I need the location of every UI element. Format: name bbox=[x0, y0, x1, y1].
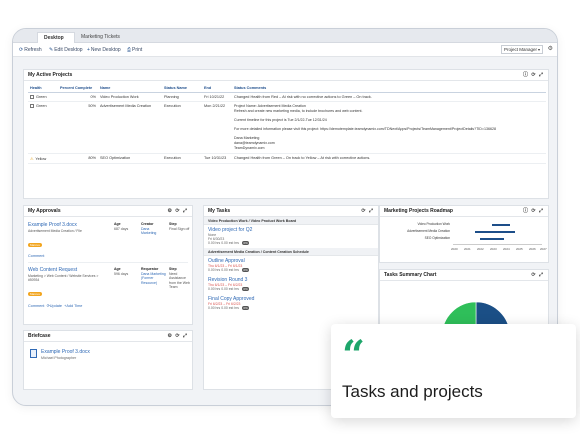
percent-badge: 0% bbox=[241, 287, 250, 291]
comment-link[interactable]: Comment bbox=[28, 304, 44, 308]
age-column: Age 687 days bbox=[114, 222, 129, 231]
table-row[interactable]: Green 0% Video Production Work Planning … bbox=[28, 92, 546, 102]
panel-icons[interactable]: ⓘ ⟳ ⤢ bbox=[523, 70, 544, 81]
column-header[interactable]: Status Name bbox=[162, 84, 202, 93]
panel-icons[interactable]: ⟳ ⤢ bbox=[361, 206, 374, 217]
update-link[interactable]: Update bbox=[50, 304, 62, 308]
divider bbox=[28, 262, 188, 263]
projects-table: Health Percent Complete Name Status Name… bbox=[28, 84, 546, 164]
tab-marketing-tickets[interactable]: Marketing Tickets bbox=[75, 32, 126, 43]
task-item[interactable]: Revision Round 3 Thu 6/1/23 – Fri 6/2/23… bbox=[204, 275, 378, 294]
edit-desktop-button[interactable]: ✎Edit Desktop bbox=[49, 47, 83, 53]
toolbar: ⟳Refresh ✎Edit Desktop +New Desktop ⎙Pri… bbox=[13, 43, 557, 57]
new-desktop-button[interactable]: +New Desktop bbox=[87, 47, 121, 53]
chevron-down-icon: ▾ bbox=[537, 47, 540, 52]
project-manager-select[interactable]: Project Manager ▾ bbox=[501, 45, 543, 54]
year-tick: 2022 bbox=[477, 247, 484, 251]
step-column: Step Need Assistance from the Web Team bbox=[169, 267, 190, 289]
roadmap-axis bbox=[453, 244, 542, 245]
refresh-icon: ⟳ bbox=[19, 47, 24, 53]
panel-title: Briefcase ⚙ ⟳ ⤢ bbox=[24, 331, 192, 342]
year-tick: 2023 bbox=[490, 247, 497, 251]
roadmap-label: Video Production Work bbox=[417, 222, 450, 226]
year-tick: 2026 bbox=[529, 247, 536, 251]
approvals-panel: My Approvals ⚙ ⟳ ⤢ Example Proof 3.docx A… bbox=[23, 205, 193, 325]
percent-badge: 0% bbox=[241, 268, 250, 272]
year-tick: 2020 bbox=[451, 247, 458, 251]
briefcase-panel: Briefcase ⚙ ⟳ ⤢ Example Proof 3.docx Mich… bbox=[23, 330, 193, 390]
task-item[interactable]: Outline Approval Thu 6/1/23 – Fri 6/1/23… bbox=[204, 256, 378, 275]
document-icon bbox=[30, 349, 37, 358]
roadmap-label: SEO Optimization bbox=[424, 236, 450, 240]
panel-icons[interactable]: ⚙ ⟳ ⤢ bbox=[168, 206, 188, 217]
status-badge: Marcus bbox=[28, 243, 42, 247]
status-badge: Marcus bbox=[28, 292, 42, 296]
creator-column: Creator Dana Marketing bbox=[141, 222, 157, 235]
column-header[interactable]: Percent Complete bbox=[58, 84, 98, 93]
gear-icon[interactable]: ⚙ bbox=[548, 45, 553, 52]
table-row[interactable]: Green 50% Advertisement Media Creation E… bbox=[28, 101, 546, 154]
roadmap-bar[interactable] bbox=[475, 231, 515, 233]
year-tick: 2027 bbox=[540, 247, 547, 251]
tab-desktop[interactable]: Desktop bbox=[37, 32, 75, 43]
task-section-header: Advertisement Media Creation / Content C… bbox=[204, 248, 378, 256]
task-section-header: Video Production Work / Video Product Wo… bbox=[204, 217, 378, 225]
column-header[interactable]: End bbox=[202, 84, 232, 93]
add-time-link[interactable]: Add Time bbox=[66, 304, 82, 308]
requestor-column: Requestor Dana Marketing (Former Resource… bbox=[141, 267, 166, 285]
year-tick: 2021 bbox=[464, 247, 471, 251]
column-header[interactable]: Name bbox=[98, 84, 162, 93]
roadmap-panel: Marketing Projects Roadmap ⓘ ⟳ ⤢ Video Pr… bbox=[379, 205, 549, 263]
refresh-button[interactable]: ⟳Refresh bbox=[19, 47, 42, 53]
warning-icon: ⚠ bbox=[30, 156, 34, 161]
print-button[interactable]: ⎙Print bbox=[127, 47, 142, 53]
feature-callout: “ Tasks and projects bbox=[331, 324, 576, 418]
roadmap-bar[interactable] bbox=[480, 238, 504, 240]
callout-text: Tasks and projects bbox=[342, 382, 483, 401]
panel-title: My Approvals ⚙ ⟳ ⤢ bbox=[24, 206, 192, 217]
step-column: Step Final Sign off bbox=[169, 222, 190, 231]
panel-icons[interactable]: ⟳ ⤢ bbox=[531, 270, 544, 281]
active-projects-panel: My Active Projects ⓘ ⟳ ⤢ Health Percent C… bbox=[23, 69, 549, 199]
panel-title: My Tasks ⟳ ⤢ bbox=[204, 206, 378, 217]
roadmap-label: Advertisement Media Creation bbox=[407, 229, 450, 233]
status-square-icon bbox=[30, 94, 34, 99]
age-column: Age 596 days bbox=[114, 267, 129, 276]
comment-link[interactable]: Comment bbox=[28, 254, 186, 258]
project-link[interactable]: Advertisement Media Creation bbox=[98, 101, 162, 154]
approval-actions: Comment ⟳Update +Add Time bbox=[28, 303, 186, 308]
roadmap-bar[interactable] bbox=[492, 224, 510, 226]
plus-icon: + bbox=[87, 47, 90, 53]
percent-badge: 0% bbox=[241, 241, 250, 245]
pencil-icon: ✎ bbox=[49, 47, 54, 53]
project-link[interactable]: Video Production Work bbox=[98, 92, 162, 102]
panel-title: My Active Projects ⓘ ⟳ ⤢ bbox=[24, 70, 548, 81]
project-link[interactable]: SEO Optimization bbox=[98, 153, 162, 164]
quote-mark-icon: “ bbox=[342, 332, 366, 379]
briefcase-file-link[interactable]: Example Proof 3.docx bbox=[41, 349, 90, 355]
panel-icons[interactable]: ⚙ ⟳ ⤢ bbox=[168, 331, 188, 342]
print-icon: ⎙ bbox=[127, 47, 132, 53]
panel-title: Tasks Summary Chart ⟳ ⤢ bbox=[380, 270, 548, 281]
column-header[interactable]: Health bbox=[28, 84, 58, 93]
task-item[interactable]: Video project for Q2 None Fri 6/30/23 0.… bbox=[204, 225, 378, 248]
column-header[interactable]: Status Comments bbox=[232, 84, 546, 93]
year-tick: 2024 bbox=[503, 247, 510, 251]
percent-badge: 0% bbox=[241, 306, 250, 310]
task-item[interactable]: Final Copy Approved Fri 6/2/23 – Fri 6/2… bbox=[204, 294, 378, 313]
tab-bar: Desktop Marketing Tickets bbox=[13, 29, 557, 43]
panel-title: Marketing Projects Roadmap ⓘ ⟳ ⤢ bbox=[380, 206, 548, 217]
status-comment-block: Project Name: Advertisement Media Creati… bbox=[232, 101, 546, 154]
status-square-icon bbox=[30, 103, 34, 108]
year-tick: 2025 bbox=[516, 247, 523, 251]
table-row[interactable]: ⚠ Yellow 80% SEO Optimization Execution T… bbox=[28, 153, 546, 164]
panel-icons[interactable]: ⓘ ⟳ ⤢ bbox=[523, 206, 544, 217]
